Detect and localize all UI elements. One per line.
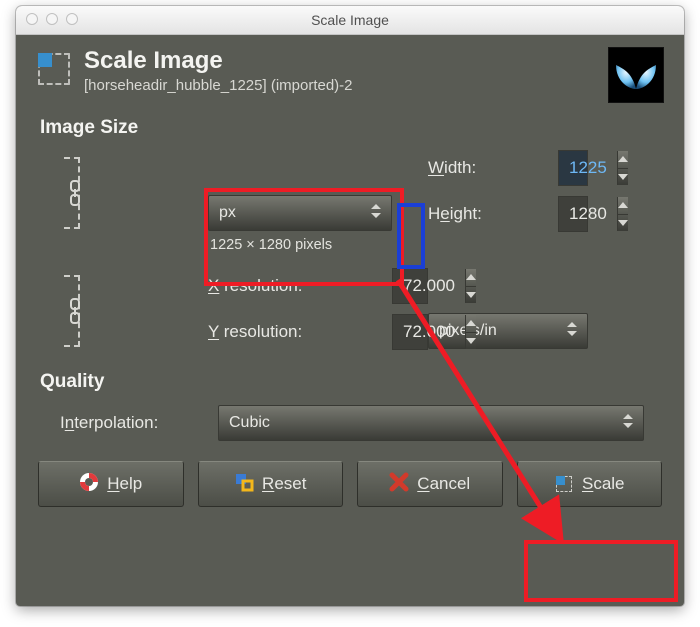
image-size-heading: Image Size bbox=[40, 117, 664, 139]
xres-step-down-button[interactable] bbox=[466, 287, 476, 304]
resolution-link-toggle[interactable] bbox=[60, 269, 96, 349]
dropdown-icon bbox=[371, 204, 381, 223]
pixel-dimensions-hint: 1225 × 1280 pixels bbox=[208, 237, 588, 253]
width-step-up-button[interactable] bbox=[618, 151, 628, 169]
y-resolution-value[interactable]: 72.000 bbox=[393, 315, 465, 349]
y-resolution-label: Y resolution: bbox=[208, 322, 392, 342]
cancel-icon bbox=[389, 472, 409, 497]
cancel-label: ancel bbox=[430, 474, 471, 493]
dialog-subtitle: [horseheadir_hubble_1225] (imported)-2 bbox=[84, 77, 596, 94]
height-step-up-button[interactable] bbox=[618, 197, 628, 215]
lifebuoy-icon bbox=[79, 472, 99, 497]
dropdown-icon bbox=[567, 322, 577, 341]
dialog-header: Scale Image [horseheadir_hubble_1225] (i… bbox=[36, 47, 664, 103]
close-window-button[interactable] bbox=[26, 13, 38, 25]
height-input[interactable]: 1280 bbox=[558, 196, 588, 232]
dialog-button-bar: Help Reset bbox=[36, 461, 664, 507]
width-label: Width: bbox=[428, 158, 558, 178]
x-resolution-value[interactable]: 72.000 bbox=[393, 269, 465, 303]
help-button[interactable]: Help bbox=[38, 461, 184, 507]
size-unit-value: px bbox=[219, 204, 236, 222]
height-step-down-button[interactable] bbox=[618, 215, 628, 232]
interpolation-select[interactable]: Cubic bbox=[218, 405, 644, 441]
scale-icon bbox=[554, 474, 574, 494]
scale-label: cale bbox=[593, 474, 624, 493]
app-logo bbox=[608, 47, 664, 103]
yres-step-up-button[interactable] bbox=[466, 315, 476, 333]
scale-button[interactable]: Scale bbox=[517, 461, 663, 507]
dropdown-icon bbox=[623, 414, 633, 433]
window-title: Scale Image bbox=[16, 12, 684, 28]
quality-heading: Quality bbox=[40, 371, 664, 393]
width-step-down-button[interactable] bbox=[618, 169, 628, 186]
x-resolution-input[interactable]: 72.000 bbox=[392, 268, 428, 304]
window-controls bbox=[26, 13, 78, 25]
chain-link-icon bbox=[68, 179, 82, 207]
height-label: Height: bbox=[428, 204, 558, 224]
yres-step-down-button[interactable] bbox=[466, 333, 476, 350]
titlebar: Scale Image bbox=[16, 6, 684, 35]
reset-icon bbox=[234, 472, 254, 497]
xres-step-up-button[interactable] bbox=[466, 269, 476, 287]
cancel-button[interactable]: Cancel bbox=[357, 461, 503, 507]
scale-image-icon bbox=[36, 51, 72, 87]
help-label: elp bbox=[120, 474, 143, 493]
width-value[interactable]: 1225 bbox=[559, 151, 617, 185]
width-input[interactable]: 1225 bbox=[558, 150, 588, 186]
x-resolution-label: X resolution: bbox=[208, 276, 392, 296]
zoom-window-button[interactable] bbox=[66, 13, 78, 25]
reset-button[interactable]: Reset bbox=[198, 461, 344, 507]
minimize-window-button[interactable] bbox=[46, 13, 58, 25]
y-resolution-input[interactable]: 72.000 bbox=[392, 314, 428, 350]
size-unit-select[interactable]: px bbox=[208, 195, 392, 231]
height-value[interactable]: 1280 bbox=[559, 197, 617, 231]
reset-label: eset bbox=[274, 474, 306, 493]
aspect-link-toggle[interactable] bbox=[60, 151, 96, 231]
interpolation-value: Cubic bbox=[229, 414, 270, 432]
scale-image-dialog: Scale Image Scale Image [horseheadir_hub… bbox=[16, 6, 684, 606]
chain-link-icon bbox=[68, 297, 82, 325]
interpolation-label: Interpolation: bbox=[60, 413, 208, 433]
dialog-title: Scale Image bbox=[84, 47, 596, 75]
